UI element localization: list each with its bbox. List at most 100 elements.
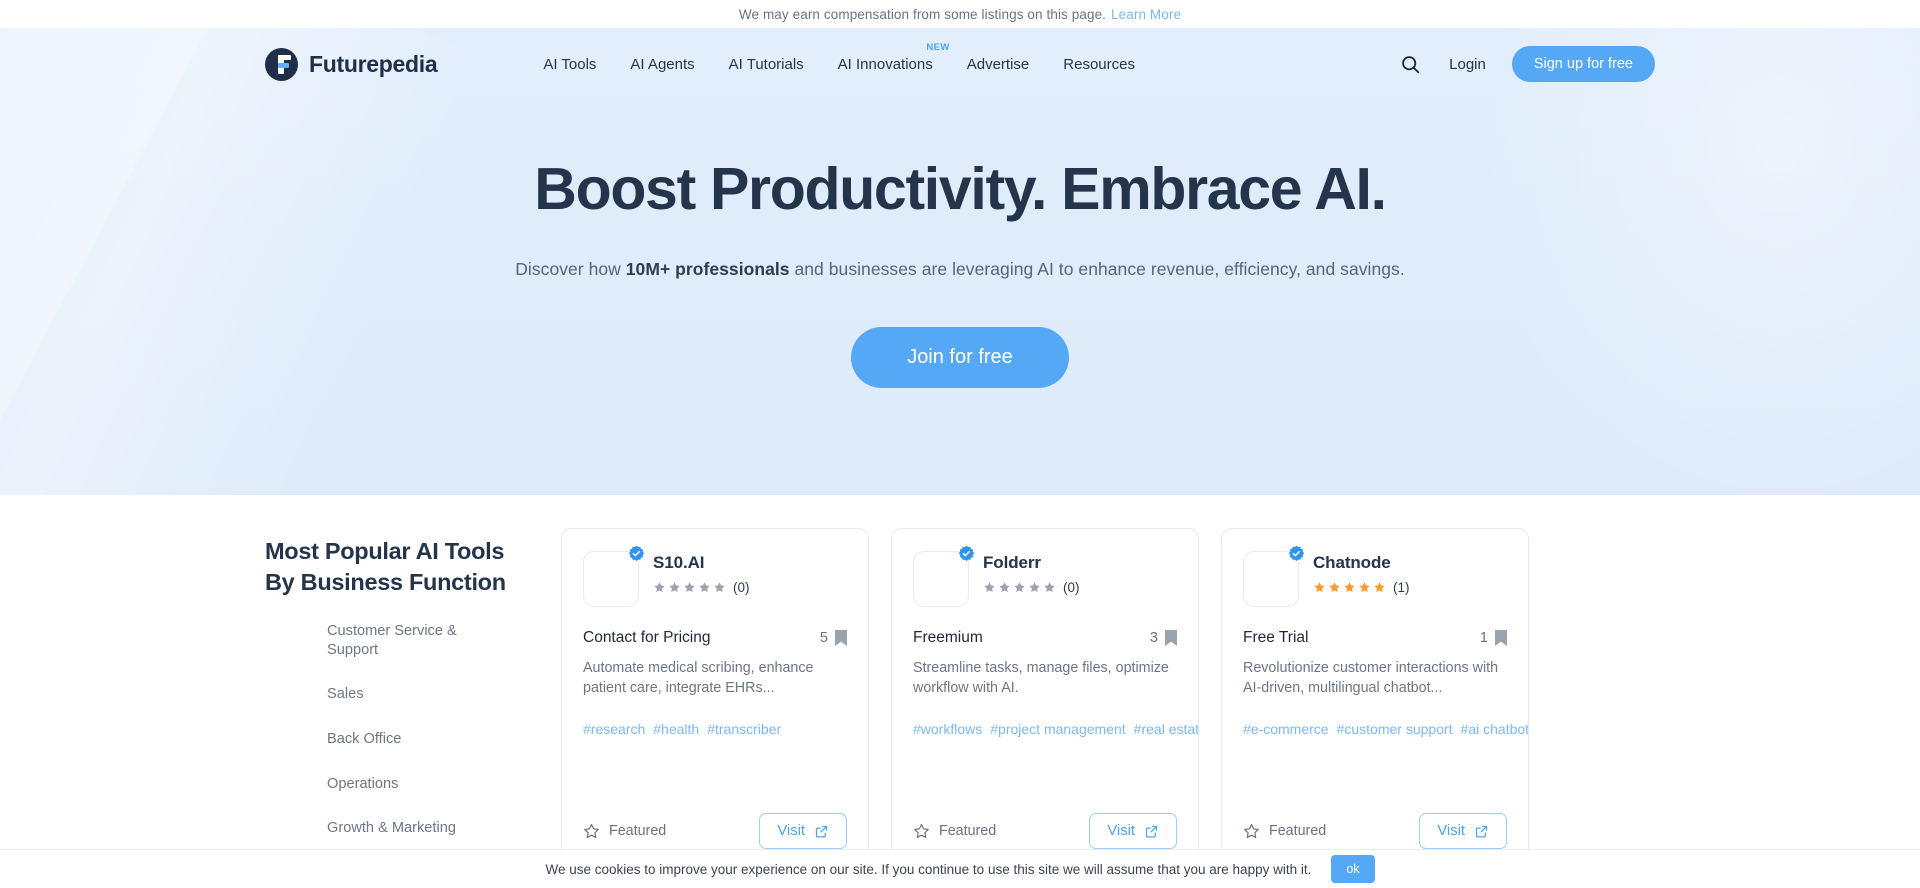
tool-tag[interactable]: #real estate: [1134, 721, 1198, 737]
rating-row: (0): [983, 580, 1080, 595]
nav-item-ai-innovations[interactable]: AI Innovations NEW: [838, 42, 950, 73]
tool-tags: #research #health #transcriber: [583, 718, 847, 741]
external-link-icon: [1475, 825, 1488, 837]
signup-button[interactable]: Sign up for free: [1511, 46, 1655, 82]
hero-sub-bold: 10M+ professionals: [625, 258, 790, 279]
star-icon: [1314, 582, 1325, 593]
visit-label: Visit: [1437, 823, 1465, 839]
verified-badge-icon: [1288, 545, 1305, 562]
tool-card[interactable]: Chatnode (1) Free Trial 1 Revolutionize cust…: [1221, 528, 1529, 868]
nav-item-advertise[interactable]: Advertise: [967, 56, 1030, 73]
star-icon: [1014, 582, 1025, 593]
hero-sub-pre: Discover how: [515, 258, 626, 279]
join-for-free-button[interactable]: Join for free: [851, 326, 1069, 388]
cookie-accept-button[interactable]: ok: [1331, 855, 1375, 883]
nav-label: Advertise: [966, 55, 1030, 73]
tool-tag[interactable]: #transcriber: [707, 721, 781, 737]
hero-content: Boost Productivity. Embrace AI. Discover…: [0, 100, 1920, 388]
rating-count: (1): [1393, 580, 1410, 595]
card-title-group: Chatnode (1): [1313, 551, 1410, 607]
affiliate-disclaimer-bar: We may earn compensation from some listi…: [0, 0, 1920, 28]
visit-button[interactable]: Visit: [759, 813, 847, 849]
section-title: Most Popular AI Tools By Business Functi…: [265, 538, 506, 595]
rating-row: (0): [653, 580, 750, 595]
star-icon: [1359, 582, 1370, 593]
tool-tag[interactable]: #workflows: [913, 721, 982, 737]
cookie-text: We use cookies to improve your experienc…: [545, 861, 1312, 877]
tool-description: Revolutionize customer interactions with…: [1243, 660, 1499, 697]
tool-tag[interactable]: #customer support: [1337, 721, 1453, 737]
brand-logo[interactable]: Futurepedia: [265, 47, 438, 81]
star-outline-icon: [584, 823, 599, 838]
save-group[interactable]: 5: [820, 630, 847, 646]
featured-action[interactable]: Featured: [583, 823, 666, 840]
featured-label: Featured: [609, 823, 667, 839]
star-icon: [714, 582, 725, 593]
pricing-row: Contact for Pricing 5: [583, 629, 847, 647]
star-icon: [999, 582, 1010, 593]
tool-tag[interactable]: #research: [583, 721, 645, 737]
nav-item-resources[interactable]: Resources: [1063, 56, 1135, 73]
verified-badge-icon: [958, 545, 975, 562]
business-function-list: Customer Service & Support Sales Back Of…: [265, 622, 537, 838]
function-item-growth-marketing[interactable]: Growth & Marketing: [327, 819, 487, 838]
star-icon: [1029, 582, 1040, 593]
visit-label: Visit: [1107, 823, 1135, 839]
rating-count: (0): [1063, 580, 1080, 595]
tool-tag[interactable]: #ai chatbots: [1461, 721, 1528, 737]
featured-label: Featured: [939, 823, 997, 839]
star-icon: [684, 582, 695, 593]
tool-card[interactable]: Folderr (0) Freemium 3 Streamline tasks, man…: [891, 528, 1199, 868]
featured-action[interactable]: Featured: [1243, 823, 1326, 840]
visit-button[interactable]: Visit: [1089, 813, 1177, 849]
login-link[interactable]: Login: [1449, 56, 1486, 73]
function-item-back-office[interactable]: Back Office: [327, 730, 487, 749]
learn-more-link[interactable]: Learn More: [1111, 7, 1181, 22]
save-count: 1: [1479, 630, 1488, 646]
tools-sidebar: Most Popular AI Tools By Business Functi…: [265, 528, 537, 868]
function-item-customer-service[interactable]: Customer Service & Support: [327, 622, 487, 659]
tool-card[interactable]: S10.AI (0) Contact for Pricing 5 Automate me…: [561, 528, 869, 868]
nav-item-ai-tutorials[interactable]: AI Tutorials: [729, 56, 804, 73]
function-item-operations[interactable]: Operations: [327, 775, 487, 794]
save-group[interactable]: 3: [1150, 630, 1177, 646]
pricing-label: Contact for Pricing: [583, 629, 711, 646]
nav-label: AI Tools: [543, 55, 597, 73]
popular-tools-section: Most Popular AI Tools By Business Functi…: [0, 495, 1920, 868]
save-count: 5: [819, 630, 828, 646]
tool-tags: #e-commerce #customer support #ai chatbots: [1243, 718, 1528, 741]
rating-count: (0): [733, 580, 750, 595]
save-group[interactable]: 1: [1480, 630, 1507, 646]
tool-tag[interactable]: #health: [653, 721, 699, 737]
nav-label: AI Agents: [630, 55, 695, 73]
external-link-icon: [1145, 825, 1158, 837]
pricing-row: Freemium 3: [913, 629, 1177, 647]
star-outline-icon: [914, 823, 929, 838]
pricing-label: Free Trial: [1243, 629, 1309, 646]
featured-action[interactable]: Featured: [913, 823, 996, 840]
function-item-sales[interactable]: Sales: [327, 685, 487, 704]
tool-description: Automate medical scribing, enhance patie…: [583, 660, 814, 697]
search-icon[interactable]: [1397, 51, 1423, 77]
futurepedia-logo-icon: [265, 47, 298, 81]
cookie-consent-banner: We use cookies to improve your experienc…: [0, 849, 1920, 888]
tool-cards: S10.AI (0) Contact for Pricing 5 Automate me…: [561, 528, 1529, 868]
star-rating: [653, 581, 726, 594]
save-count: 3: [1149, 630, 1158, 646]
star-icon: [1044, 582, 1055, 593]
bookmark-icon[interactable]: [1495, 630, 1507, 646]
rating-row: (1): [1313, 580, 1410, 595]
tool-logo: [583, 545, 645, 607]
tool-tag[interactable]: #e-commerce: [1243, 721, 1329, 737]
bookmark-icon[interactable]: [835, 630, 847, 646]
tool-tag[interactable]: #project management: [990, 721, 1125, 737]
nav-item-ai-tools[interactable]: AI Tools: [543, 56, 596, 73]
new-badge: NEW: [926, 41, 950, 53]
star-rating: [1313, 581, 1386, 594]
bookmark-icon[interactable]: [1165, 630, 1177, 646]
nav-item-ai-agents[interactable]: AI Agents: [630, 56, 694, 73]
tool-description: Streamline tasks, manage files, optimize…: [913, 660, 1169, 697]
verified-badge-icon: [628, 545, 645, 562]
brand-name: Futurepedia: [309, 50, 438, 77]
visit-button[interactable]: Visit: [1419, 813, 1507, 849]
